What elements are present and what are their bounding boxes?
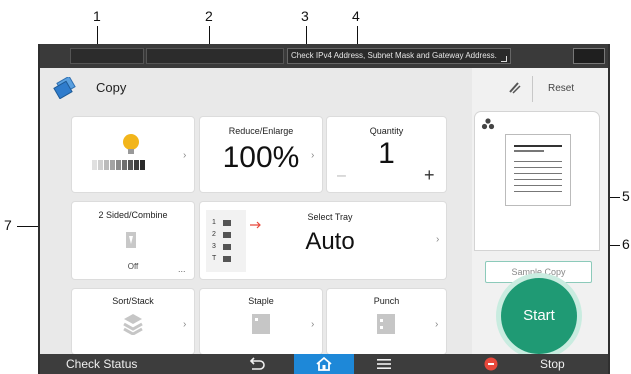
stop-label: Stop [540, 357, 565, 371]
status-message-text: Check IPv4 Address, Subnet Mask and Gate… [291, 51, 497, 60]
staple-label: Staple [248, 296, 274, 306]
callout-6: 6 [622, 236, 630, 252]
quantity-tile[interactable]: Quantity 1 – + [327, 117, 446, 192]
home-button[interactable] [294, 354, 354, 374]
stop-icon [484, 357, 498, 371]
reduce-enlarge-value: 100% [222, 141, 300, 174]
quantity-label: Quantity [369, 126, 404, 136]
tray-number: 2 [212, 231, 216, 238]
tray-number: 3 [212, 243, 216, 250]
tray-paper-icon [223, 232, 231, 238]
staple-icon [252, 314, 270, 334]
chevron-right-icon: › [311, 319, 315, 330]
density-tile[interactable]: › [72, 117, 194, 192]
sort-stack-tile[interactable]: Sort/Stack › [72, 289, 194, 354]
punch-label: Punch [373, 296, 400, 306]
energy-saver-button[interactable] [573, 48, 605, 64]
status-slot-1 [70, 48, 144, 64]
moon-icon [586, 51, 591, 61]
stack-icon [123, 314, 143, 335]
check-status-button[interactable]: Check Status [66, 357, 137, 371]
preview-paper [505, 134, 571, 206]
divider [532, 76, 533, 102]
quantity-plus-button[interactable]: + [424, 165, 435, 186]
status-slot-2 [146, 48, 284, 64]
tray-paper-icon [223, 256, 231, 262]
reduce-enlarge-tile[interactable]: Reduce/Enlarge 100% › [200, 117, 322, 192]
two-sided-combine-tile[interactable]: 2 Sided/Combine Off ... [72, 202, 194, 279]
duplex-page-icon [126, 232, 136, 248]
chevron-right-icon: › [436, 234, 440, 245]
preview-card[interactable] [475, 112, 599, 250]
chevron-right-icon: › [311, 150, 315, 161]
reduce-enlarge-label: Reduce/Enlarge [228, 126, 294, 136]
status-bar: Check IPv4 Address, Subnet Mask and Gate… [40, 44, 608, 68]
tray-number: T [212, 255, 217, 262]
staple-tile[interactable]: Staple › [200, 289, 322, 354]
two-sided-label: 2 Sided/Combine [98, 210, 168, 220]
quantity-minus-button[interactable]: – [337, 167, 346, 185]
select-tray-tile[interactable]: 1 2 3 T Select Tray Auto › [200, 202, 446, 279]
screen: 1 2 3 4 5 6 7 Check IPv4 Address, Subnet… [0, 0, 631, 374]
expand-corner-icon [501, 56, 507, 62]
bulb-icon [123, 134, 139, 154]
status-message[interactable]: Check IPv4 Address, Subnet Mask and Gate… [287, 48, 511, 64]
callout-2: 2 [205, 8, 213, 24]
color-mode-icon [481, 118, 495, 130]
density-scale [92, 160, 145, 170]
chevron-right-icon: › [435, 319, 439, 330]
callout-1: 1 [93, 8, 101, 24]
more-options-icon[interactable]: ... [178, 264, 186, 274]
start-button[interactable]: Start [501, 278, 577, 354]
back-icon[interactable] [246, 357, 266, 371]
tray-number: 1 [212, 219, 216, 226]
chevron-right-icon: › [183, 319, 187, 330]
callout-5: 5 [622, 188, 630, 204]
callout-4: 4 [352, 8, 360, 24]
home-icon [316, 356, 332, 371]
device-panel: Check IPv4 Address, Subnet Mask and Gate… [38, 44, 610, 374]
select-tray-label: Select Tray [307, 212, 353, 222]
select-tray-value: Auto [305, 228, 355, 255]
callout-7: 7 [4, 217, 12, 233]
two-sided-state: Off [127, 262, 139, 271]
app-title: Copy [96, 80, 127, 95]
copy-app-icon [53, 75, 77, 104]
reset-button[interactable] [508, 80, 522, 99]
tray-graphic: 1 2 3 T [206, 210, 246, 272]
punch-tile[interactable]: Punch › [327, 289, 446, 354]
punch-icon [377, 314, 395, 334]
tray-paper-icon [223, 244, 231, 250]
tray-paper-icon [223, 220, 231, 226]
reset-label[interactable]: Reset [548, 83, 574, 94]
menu-icon[interactable] [376, 358, 392, 370]
chevron-right-icon: › [183, 150, 187, 161]
bottom-bar: Check Status Stop [40, 354, 608, 374]
stop-button[interactable]: Stop [472, 354, 608, 374]
pencil-icon [509, 82, 521, 94]
callout-3: 3 [301, 8, 309, 24]
sort-stack-label: Sort/Stack [112, 296, 154, 306]
